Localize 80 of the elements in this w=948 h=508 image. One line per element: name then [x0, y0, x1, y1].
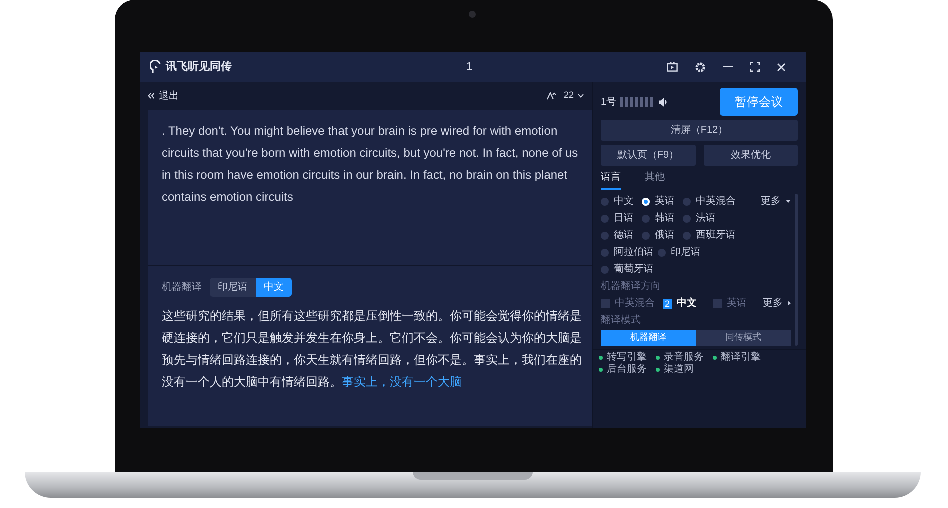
radio-button[interactable]	[601, 232, 609, 240]
option-label: 日语	[614, 212, 634, 226]
radio-button[interactable]	[642, 232, 650, 240]
language-option[interactable]: 中英混合	[683, 194, 740, 209]
option-label: 英语	[655, 194, 675, 209]
radio-button[interactable]	[683, 232, 691, 240]
direction-label: 机器翻译方向	[601, 280, 662, 294]
option-label: 法语	[696, 212, 716, 226]
option-label: 中文	[614, 194, 634, 209]
font-size-dropdown[interactable]: 22	[564, 89, 584, 103]
settings-tab[interactable]: 语言	[601, 170, 621, 190]
status-label: 后台服务	[607, 364, 647, 376]
radio-button[interactable]	[658, 248, 666, 256]
scrollbar[interactable]	[795, 194, 798, 346]
source-transcript: . They don't. You might believe that your brain is pre wired for with emotion circuits that you're born with emotion circuits, but you're not. In fact, none of us in this room have emotion circuits in our brain. In fact, no brain on this planet contains emotion circuits	[162, 123, 580, 206]
status-label: 录音服务	[664, 352, 704, 364]
speaker-icon[interactable]	[658, 98, 668, 106]
radio-button[interactable]	[601, 214, 609, 222]
radio-button[interactable]	[642, 214, 650, 222]
option-label: 中文	[677, 296, 698, 311]
language-option[interactable]: 俄语	[642, 228, 683, 243]
more-dropdown[interactable]: 更多	[763, 296, 791, 311]
status-label: 转写引擎	[607, 352, 647, 364]
option-label: 俄语	[655, 228, 675, 243]
radio-button[interactable]	[683, 214, 691, 222]
fullscreen-icon[interactable]	[750, 62, 760, 72]
radio-button[interactable]	[601, 198, 609, 206]
optimize-button[interactable]: 效果优化	[704, 145, 798, 166]
caret-right-icon	[788, 301, 791, 306]
language-option[interactable]: 中文	[601, 194, 642, 209]
language-option[interactable]: 西班牙语	[683, 228, 740, 243]
language-option[interactable]: 法语	[683, 211, 724, 226]
volume-meter-drawing	[620, 97, 654, 107]
radio-button[interactable]	[642, 198, 650, 206]
option-label: 阿拉伯语	[614, 246, 654, 260]
option-label: 西班牙语	[696, 228, 736, 243]
language-option[interactable]: 韩语	[642, 211, 683, 226]
radio-button[interactable]	[601, 266, 609, 274]
language-option[interactable]: 德语	[601, 228, 642, 243]
double-chevron-left-icon	[148, 93, 155, 99]
mode-toggle[interactable]: 同传模式	[696, 330, 791, 346]
option-label: 葡萄牙语	[614, 262, 654, 277]
translation-text: 这些研究的结果，但所有这些研究都是压倒性一致的。你可能会觉得你的情绪是硬连接的，它们只是触发并发生在你身上。它们不会。你可能会认为你的大脑是预先与情绪回路连接的，你天生就有情绪回路，但你不是。事实上，我们在座的没有一个人的大脑中有情绪回路。事实上，没有一个大脑	[162, 308, 582, 391]
language-toggle[interactable]: 印尼语	[210, 278, 256, 297]
default-page-button[interactable]: 默认页（F9）	[601, 145, 696, 166]
minimize-icon[interactable]	[723, 66, 733, 68]
font-size-icon[interactable]	[546, 92, 556, 100]
app-name: 讯飞听见同传	[166, 60, 232, 75]
language-option[interactable]: 葡萄牙语	[601, 262, 658, 277]
caret-icon	[786, 200, 791, 203]
option-label: 中英混合	[615, 296, 655, 311]
back-link[interactable]: 退出	[148, 88, 179, 104]
meeting-number: 1	[465, 60, 474, 75]
direction-option[interactable]: 2 中文	[663, 296, 713, 311]
radio-button[interactable]	[683, 198, 691, 206]
status-label: 渠道网	[664, 364, 694, 376]
language-option[interactable]: 印尼语	[658, 245, 705, 260]
option-label: 印尼语	[671, 246, 701, 260]
option-label: 德语	[614, 229, 634, 243]
radio-button[interactable]	[601, 248, 609, 256]
settings-icon[interactable]	[695, 62, 706, 72]
caret-icon	[578, 94, 584, 98]
more-dropdown[interactable]: 更多	[761, 194, 791, 209]
camera-dot	[469, 11, 476, 18]
status-label: 翻译引擎	[721, 352, 761, 364]
close-icon[interactable]	[777, 62, 786, 72]
option-label: 中英混合	[696, 194, 736, 209]
ear-logo-icon	[150, 60, 162, 74]
mode-label: 翻译模式	[601, 314, 642, 328]
screen-icon[interactable]	[667, 62, 678, 72]
option-label: 英语	[727, 296, 747, 311]
option-label: 韩语	[655, 212, 675, 226]
clear-screen-button[interactable]: 清屏（F12）	[601, 120, 798, 141]
language-option[interactable]: 阿拉伯语	[601, 245, 658, 260]
speaker-label: 1号	[601, 96, 617, 110]
order-badge: 2	[663, 298, 672, 308]
language-option[interactable]: 日语	[601, 211, 642, 226]
translation-label: 机器翻译	[162, 280, 202, 295]
settings-tab[interactable]: 其他	[645, 170, 665, 190]
language-option[interactable]: 英语	[642, 194, 683, 209]
